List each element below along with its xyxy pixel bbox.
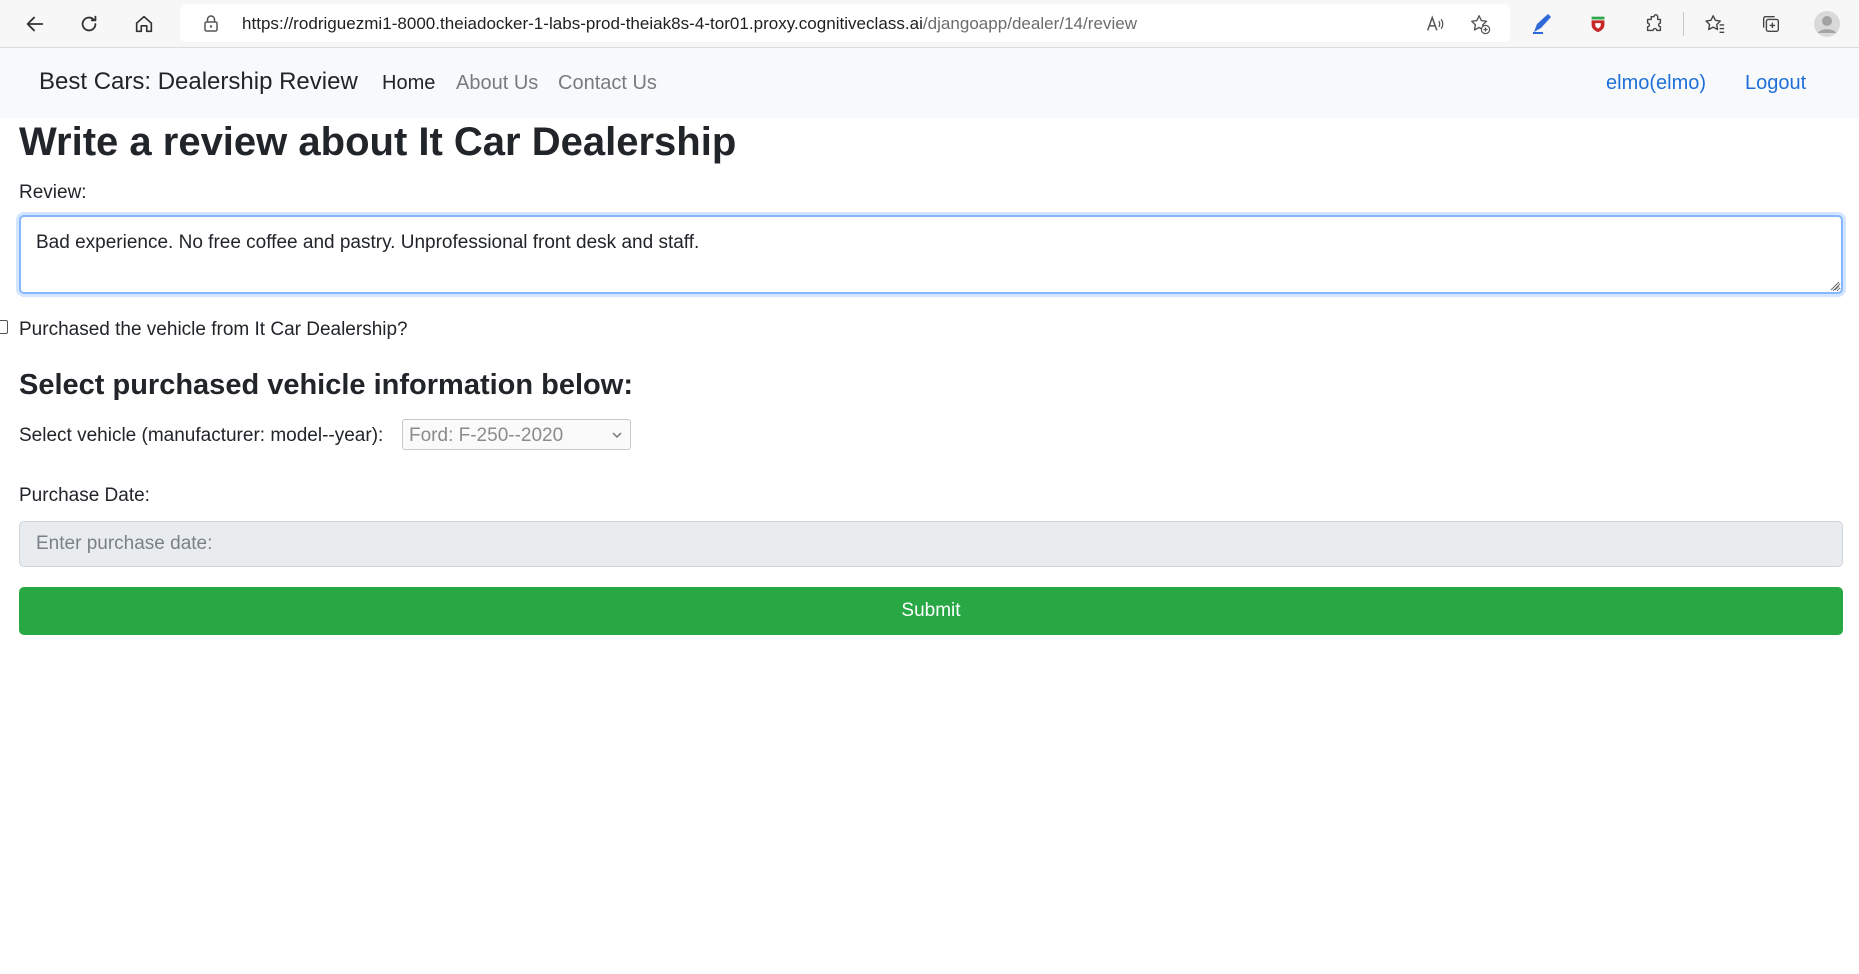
purchase-checkbox[interactable] (0, 320, 8, 334)
page-title: Write a review about It Car Dealership (19, 120, 737, 164)
vehicle-section-heading: Select purchased vehicle information bel… (19, 369, 633, 401)
nav-logout-link[interactable]: Logout (1745, 72, 1806, 95)
resize-grip-icon[interactable] (1828, 279, 1840, 291)
chevron-down-icon (612, 432, 622, 439)
site-navbar: Best Cars: Dealership Review Home About … (0, 48, 1859, 118)
add-favorite-icon[interactable] (1468, 12, 1492, 36)
submit-button[interactable]: Submit (19, 587, 1843, 635)
review-textarea[interactable]: Bad experience. No free coffee and pastr… (19, 215, 1843, 294)
profile-avatar-icon[interactable] (1813, 10, 1841, 38)
vehicle-select[interactable]: Ford: F-250--2020 (402, 419, 631, 450)
toolbar-divider (1683, 12, 1684, 36)
lock-icon[interactable] (202, 14, 220, 32)
url-host: https://rodriguezmi1-8000.theiadocker-1-… (242, 14, 923, 33)
purchase-date-label: Purchase Date: (19, 485, 150, 506)
favorites-icon[interactable] (1701, 10, 1729, 38)
nav-link-about[interactable]: About Us (456, 72, 538, 95)
pen-extension-icon[interactable] (1528, 10, 1556, 38)
read-aloud-icon[interactable] (1423, 12, 1447, 36)
browser-toolbar: https://rodriguezmi1-8000.theiadocker-1-… (0, 0, 1859, 48)
purchase-date-input[interactable] (19, 521, 1843, 567)
purchase-checkbox-label: Purchased the vehicle from It Car Dealer… (19, 319, 408, 340)
nav-link-home[interactable]: Home (382, 72, 435, 95)
back-icon[interactable] (19, 8, 51, 40)
nav-link-contact[interactable]: Contact Us (558, 72, 657, 95)
url-text: https://rodriguezmi1-8000.theiadocker-1-… (242, 14, 1137, 34)
vehicle-select-label: Select vehicle (manufacturer: model--yea… (19, 425, 384, 446)
url-path: /djangoapp/dealer/14/review (922, 14, 1138, 33)
navbar-brand[interactable]: Best Cars: Dealership Review (39, 68, 358, 96)
vehicle-select-value: Ford: F-250--2020 (409, 425, 564, 446)
shield-extension-icon[interactable] (1584, 10, 1612, 38)
extensions-icon[interactable] (1640, 10, 1668, 38)
address-bar[interactable]: https://rodriguezmi1-8000.theiadocker-1-… (180, 4, 1510, 42)
collections-icon[interactable] (1757, 10, 1785, 38)
nav-user-link[interactable]: elmo(elmo) (1606, 72, 1706, 95)
refresh-icon[interactable] (73, 8, 105, 40)
home-icon[interactable] (128, 8, 160, 40)
review-label: Review: (19, 182, 87, 203)
